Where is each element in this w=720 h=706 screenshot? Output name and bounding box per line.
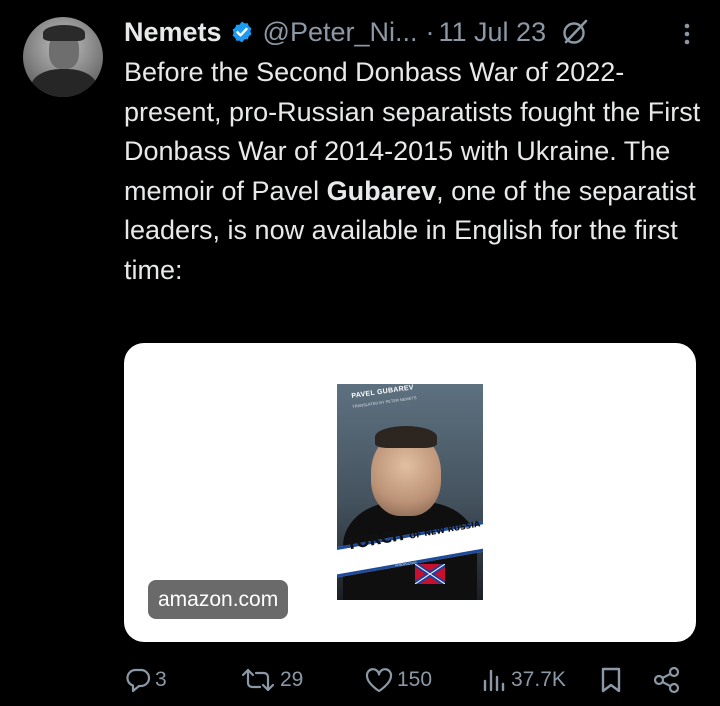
author-handle[interactable]: @Peter_Ni... — [263, 17, 418, 48]
more-icon[interactable] — [678, 18, 696, 48]
action-bar: 3 29 150 37.7K — [124, 660, 696, 700]
book-cover: PAVEL GUBAREV TRANSLATED BY PETER NEMETS… — [337, 384, 483, 600]
book-cover-hair — [375, 426, 437, 448]
views-button[interactable]: 37.7K — [480, 666, 566, 694]
share-icon — [653, 666, 680, 694]
avatar[interactable] — [23, 17, 103, 97]
tweet-text: Before the Second Donbass War of 2022-pr… — [124, 53, 704, 290]
share-button[interactable] — [652, 666, 682, 694]
reply-button[interactable]: 3 — [124, 666, 167, 694]
separator-dot: · — [425, 16, 435, 47]
book-cover-flag-icon — [415, 564, 445, 584]
reply-count: 3 — [155, 668, 167, 691]
author-name[interactable]: Nemets — [124, 17, 222, 48]
like-count: 150 — [397, 668, 433, 691]
card-domain-badge: amazon.com — [148, 580, 289, 619]
avatar-hat — [43, 25, 85, 41]
tweet-date[interactable]: 11 Jul 23 — [439, 17, 547, 48]
like-icon — [365, 668, 393, 693]
reply-icon — [126, 668, 151, 693]
avatar-body — [31, 69, 97, 97]
repost-button[interactable]: 29 — [239, 666, 303, 694]
tweet: Nemets @Peter_Ni... · 11 Jul 23 Before t… — [0, 0, 720, 706]
verified-badge-icon — [230, 20, 254, 44]
like-button[interactable]: 150 — [364, 666, 432, 694]
bookmark-icon — [601, 667, 621, 693]
repost-count: 29 — [280, 668, 304, 691]
bookmark-button[interactable] — [598, 666, 624, 694]
tweet-text-bold[interactable]: Gubarev — [327, 176, 437, 206]
grok-icon[interactable] — [560, 17, 590, 47]
views-count: 37.7K — [511, 668, 566, 691]
tweet-header: Nemets @Peter_Ni... · 11 Jul 23 — [124, 14, 700, 50]
link-card[interactable]: PAVEL GUBAREV TRANSLATED BY PETER NEMETS… — [124, 343, 696, 642]
repost-icon — [241, 668, 275, 692]
views-icon — [483, 669, 505, 692]
